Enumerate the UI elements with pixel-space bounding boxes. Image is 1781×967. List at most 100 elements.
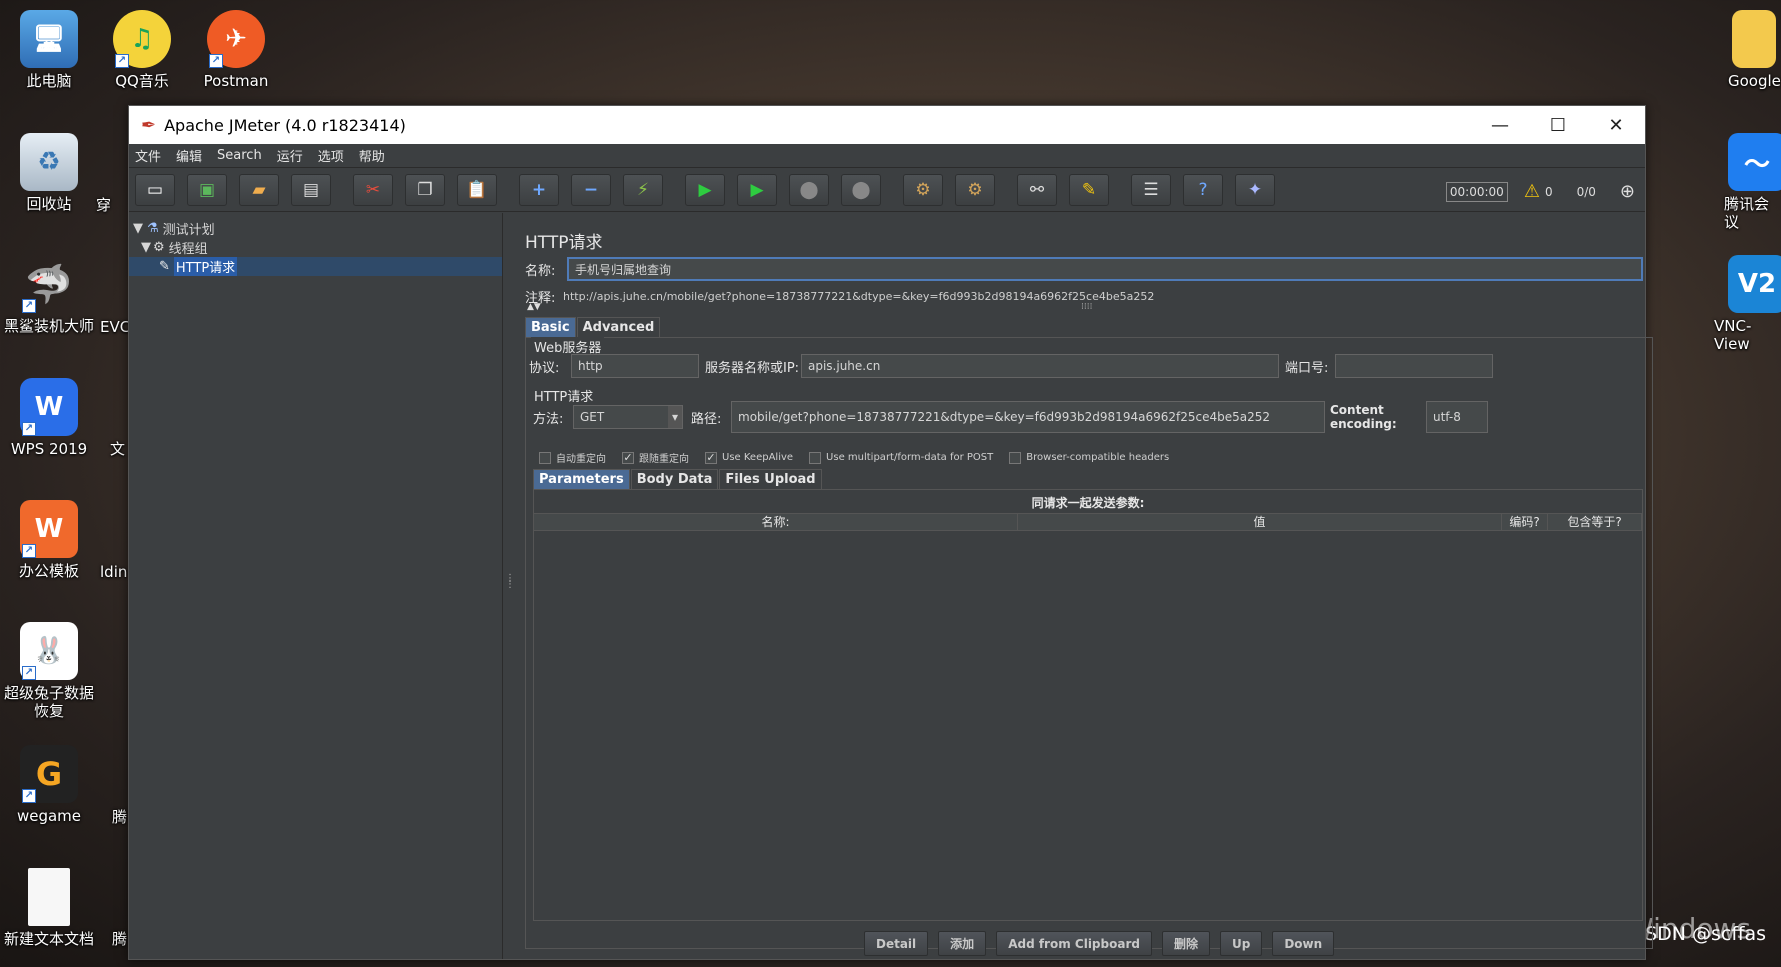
checkbox-keepalive[interactable]: ✓ Use KeepAlive <box>705 450 794 464</box>
menu-help[interactable]: 帮助 <box>359 146 385 165</box>
tab-basic[interactable]: Basic <box>525 317 576 337</box>
column-include-equals[interactable]: 包含等于? <box>1548 514 1642 530</box>
remote-button[interactable]: ✦ <box>1235 173 1275 206</box>
menu-options[interactable]: 选项 <box>318 146 344 165</box>
checkbox-auto-redirect[interactable]: 自动重定向 <box>539 450 606 465</box>
column-name[interactable]: 名称: <box>534 514 1018 530</box>
close-button[interactable]: ✕ <box>1587 106 1645 144</box>
down-button[interactable]: Down <box>1272 931 1335 956</box>
desktop-icon-vnc[interactable]: V2 VNC-View <box>1712 255 1781 353</box>
column-value[interactable]: 值 <box>1018 514 1502 530</box>
path-input[interactable]: mobile/get?phone=18738777221&dtype=&key=… <box>731 401 1325 433</box>
tab-files-upload[interactable]: Files Upload <box>719 469 822 489</box>
warning-icon[interactable]: ⚠ <box>1524 181 1540 202</box>
save-button[interactable]: ▤ <box>291 173 331 206</box>
start-no-pause-button[interactable]: ▶ <box>737 173 777 206</box>
flask-icon: ⚗ <box>147 221 159 236</box>
desktop-icon-google-folder[interactable]: Google <box>1712 10 1781 90</box>
new-button[interactable]: ▭ <box>135 173 175 206</box>
name-input[interactable]: 手机号归属地查询 <box>567 257 1643 281</box>
checkbox-box <box>539 451 551 464</box>
menu-file[interactable]: 文件 <box>135 146 161 165</box>
delete-button[interactable]: 删除 <box>1161 931 1210 956</box>
open-button[interactable]: ▰ <box>239 173 279 206</box>
column-encode[interactable]: 编码? <box>1502 514 1548 530</box>
qq-music-icon: ♫ ↗ <box>113 10 171 68</box>
clear-all-button[interactable]: ⚙ <box>955 173 995 206</box>
thread-count: 0/0 <box>1576 184 1596 199</box>
method-select[interactable]: GET ▾ <box>573 405 683 429</box>
function-helper-button[interactable]: ☰ <box>1131 173 1171 206</box>
checkbox-follow-redirect[interactable]: ✓ 跟随重定向 <box>622 450 689 465</box>
black-shark-icon: 🦈 ↗ <box>20 255 78 313</box>
checkbox-multipart[interactable]: Use multipart/form-data for POST <box>809 451 993 464</box>
new-file-icon: ▭ <box>146 179 164 200</box>
desktop-icon-computer[interactable]: 🖥 此电脑 <box>2 10 96 90</box>
search-button[interactable]: ⚯ <box>1017 173 1057 206</box>
desktop-icon-wps[interactable]: W ↗ WPS 2019 <box>2 378 96 458</box>
paste-icon: 📋 <box>466 179 488 200</box>
desktop-icon-text-file[interactable]: 新建文本文档 <box>2 868 96 948</box>
tab-parameters[interactable]: Parameters <box>533 469 630 489</box>
detail-button[interactable]: Detail <box>864 931 929 956</box>
checkmark-icon: ✓ <box>705 450 717 464</box>
test-plan-tree: ▼ ⚗ 测试计划 ▼ ⚙ 线程组 ✎ HTTP请求 <box>129 213 503 959</box>
save-icon: ▤ <box>302 179 320 200</box>
menu-run[interactable]: 运行 <box>277 146 303 165</box>
desktop-icon-black-shark[interactable]: 🦈 ↗ 黑鲨装机大师 <box>2 255 96 336</box>
toggle-button[interactable]: ⚡ <box>623 173 663 206</box>
port-label: 端口号: <box>1285 360 1329 376</box>
clear-button[interactable]: ⚙ <box>903 173 943 206</box>
desktop-icon-qq-music[interactable]: ♫ ↗ QQ音乐 <box>95 10 189 90</box>
help-button[interactable]: ? <box>1183 173 1223 206</box>
add-from-clipboard-button[interactable]: Add from Clipboard <box>996 931 1152 956</box>
comment-field[interactable]: http://apis.juhe.cn/mobile/get?phone=187… <box>563 290 1154 303</box>
tree-node-thread-group[interactable]: ▼ ⚙ 线程组 <box>129 238 502 257</box>
checkbox-label: Use KeepAlive <box>722 452 794 463</box>
name-label: 名称: <box>525 263 556 279</box>
expand-arrow-icon[interactable]: ▼ <box>141 240 151 255</box>
title-bar[interactable]: ✒ Apache JMeter (4.0 r1823414) — ☐ ✕ <box>129 106 1645 144</box>
stop-button[interactable]: ⬤ <box>789 173 829 206</box>
tree-node-http-request[interactable]: ✎ HTTP请求 <box>129 257 502 276</box>
checkbox-label: 跟随重定向 <box>639 454 689 465</box>
desktop-icon-office-template[interactable]: W ↗ 办公模板 <box>2 500 96 580</box>
desktop-icon-postman[interactable]: ✈ ↗ Postman <box>189 10 283 90</box>
server-input[interactable]: apis.juhe.cn <box>801 354 1279 378</box>
tree-node-test-plan[interactable]: ▼ ⚗ 测试计划 <box>129 219 502 238</box>
globe-icon[interactable]: ⊕ <box>1620 181 1635 202</box>
gear-icon: ⚙ <box>153 240 165 255</box>
desktop-icon-recycle-bin[interactable]: ♻ 回收站 <box>2 133 96 213</box>
resize-handle-icon[interactable]: ⁞⁞⁞⁞ <box>1081 302 1092 312</box>
desktop-icon-tencent-meeting[interactable]: 〜 腾讯会议 <box>1712 133 1781 231</box>
tab-body-data[interactable]: Body Data <box>630 469 719 489</box>
tab-advanced[interactable]: Advanced <box>576 317 661 337</box>
menu-search[interactable]: Search <box>217 148 262 163</box>
minimize-button[interactable]: — <box>1471 106 1529 144</box>
add-button[interactable]: 添加 <box>938 931 987 956</box>
desktop-icon-rabbit[interactable]: 🐰 ↗ 超级兔子数据恢复 <box>2 622 96 720</box>
postman-icon: ✈ ↗ <box>207 10 265 68</box>
expand-arrow-icon[interactable]: ▼ <box>133 221 143 236</box>
desktop-icon-wegame[interactable]: G ↗ wegame <box>2 745 96 825</box>
collapse-arrows-icon[interactable]: ▲▼ <box>527 302 541 312</box>
reset-search-button[interactable]: ✎ <box>1069 173 1109 206</box>
start-button[interactable]: ▶ <box>685 173 725 206</box>
text-file-icon <box>28 868 70 926</box>
up-button[interactable]: Up <box>1219 931 1263 956</box>
maximize-button[interactable]: ☐ <box>1529 106 1587 144</box>
paste-button[interactable]: 📋 <box>457 173 497 206</box>
port-input[interactable] <box>1335 354 1493 378</box>
collapse-button[interactable]: − <box>571 173 611 206</box>
checkbox-browser-headers[interactable]: Browser-compatible headers <box>1009 451 1169 464</box>
parameters-table[interactable]: 名称: 值 编码? 包含等于? <box>533 513 1643 921</box>
recycle-bin-icon: ♻ <box>20 133 78 191</box>
expand-button[interactable]: + <box>519 173 559 206</box>
shutdown-button[interactable]: ⬤ <box>841 173 881 206</box>
cut-button[interactable]: ✂ <box>353 173 393 206</box>
protocol-input[interactable]: http <box>571 354 699 378</box>
menu-edit[interactable]: 编辑 <box>176 146 202 165</box>
copy-button[interactable]: ❐ <box>405 173 445 206</box>
templates-button[interactable]: ▣ <box>187 173 227 206</box>
encoding-input[interactable]: utf-8 <box>1426 401 1488 433</box>
